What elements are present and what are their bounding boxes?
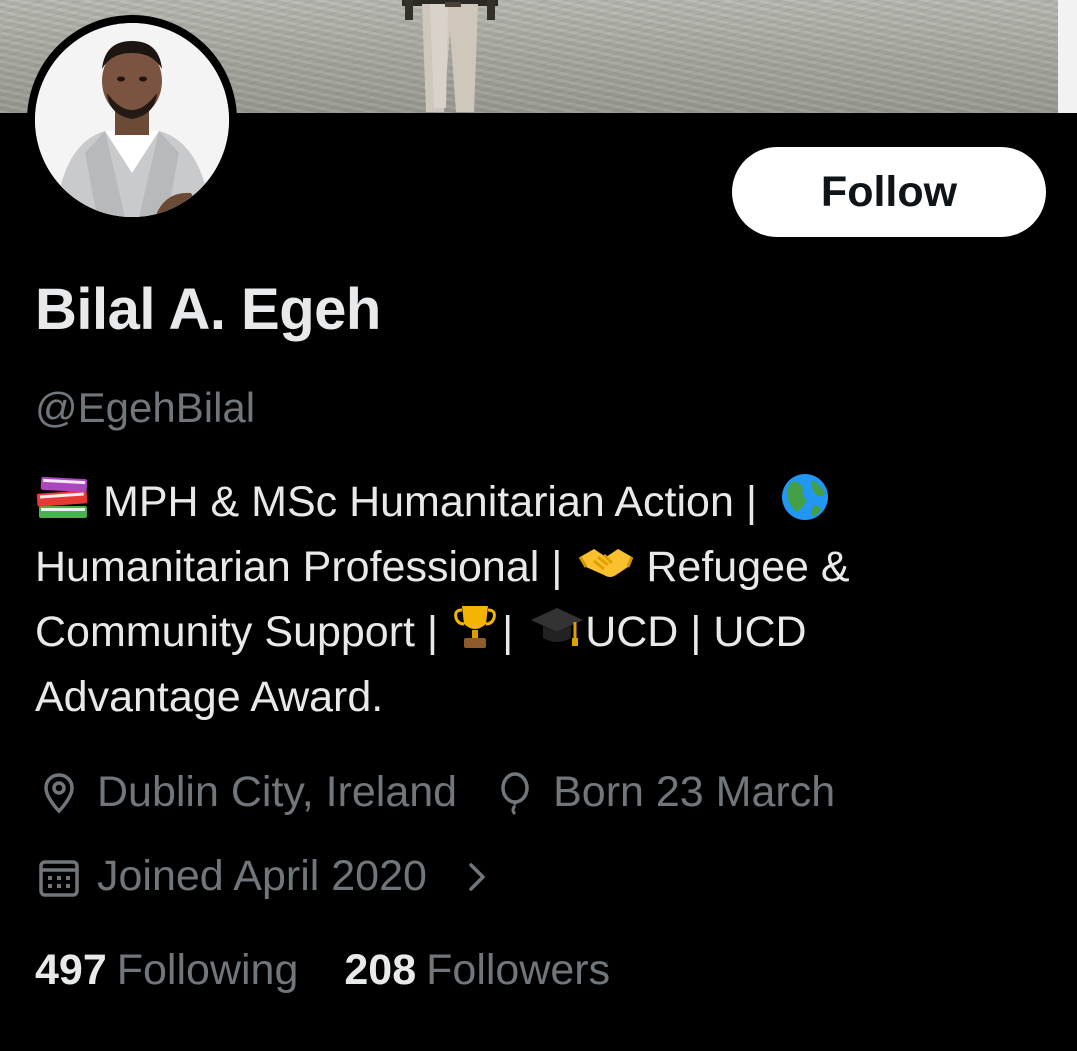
display-name: Bilal A. Egeh [35, 277, 381, 342]
follow-button[interactable]: Follow [732, 147, 1046, 237]
bio-line: Community Support | | UCD | UCD [35, 600, 1035, 665]
birthday-text: Born 23 March [553, 768, 836, 816]
globe-emoji-icon [777, 472, 833, 522]
bio-text: Advantage Award. [35, 673, 384, 721]
profile-bio: MPH & MSc Humanitarian Action | Humanita… [35, 470, 1035, 730]
following-count: 497 [35, 946, 107, 994]
bio-text: Humanitarian Professional | [35, 543, 563, 591]
books-emoji-icon [35, 472, 91, 522]
profile-page: Follow Bilal A. Egeh @EgehBilal MPH & MS… [0, 0, 1077, 1051]
location-item: Dublin City, Ireland [35, 768, 457, 817]
bio-text: Community Support | [35, 608, 439, 656]
bio-text: Refugee & [646, 543, 850, 591]
followers-count: 208 [344, 946, 417, 994]
bio-line: Humanitarian Professional | Refugee & [35, 535, 1035, 600]
bio-line: MPH & MSc Humanitarian Action | [35, 470, 1035, 535]
birthday-item: Born 23 March [491, 768, 835, 817]
chevron-right-icon[interactable] [453, 853, 501, 901]
balloon-icon [491, 769, 539, 817]
profile-meta-row: Dublin City, Ireland Born 23 March [35, 768, 835, 817]
banner-person-figure [402, 0, 498, 112]
avatar[interactable] [27, 15, 237, 225]
handshake-emoji-icon [578, 537, 634, 587]
bio-text: MPH & MSc Humanitarian Action | [103, 478, 758, 526]
graduation-cap-emoji-icon [529, 602, 585, 652]
joined-item[interactable]: Joined April 2020 [35, 852, 501, 901]
joined-text: Joined April 2020 [97, 852, 427, 900]
bio-text: UCD | UCD [585, 608, 807, 656]
bio-line: Advantage Award. [35, 665, 1035, 730]
location-pin-icon [35, 769, 83, 817]
user-handle: @EgehBilal [35, 384, 256, 431]
following-label: Following [116, 946, 299, 994]
bio-text: | [502, 608, 514, 656]
trophy-emoji-icon [452, 602, 498, 652]
banner-edge [1058, 0, 1077, 113]
location-text: Dublin City, Ireland [97, 768, 458, 816]
calendar-icon [35, 853, 83, 901]
followers-label: Followers [426, 946, 611, 994]
follow-stats: 497 Following 208 Followers [35, 946, 610, 995]
joined-row[interactable]: Joined April 2020 [35, 852, 501, 901]
avatar-photo [35, 23, 229, 217]
followers-link[interactable]: 208 Followers [344, 946, 610, 995]
following-link[interactable]: 497 Following [35, 946, 298, 995]
